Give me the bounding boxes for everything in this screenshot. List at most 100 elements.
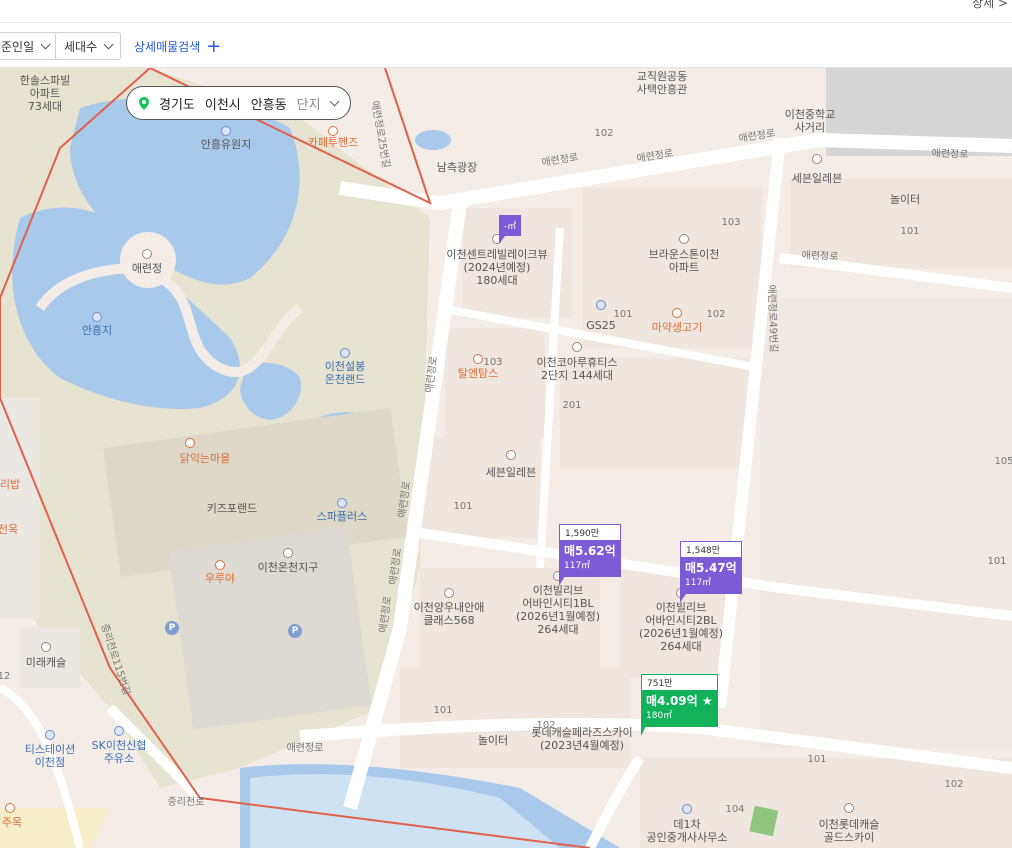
apartment-icon xyxy=(679,234,689,244)
marker-area: 180㎡ xyxy=(646,711,673,721)
map-label-korea: 이천코아루휴티스 2단지 144세대 xyxy=(536,356,618,382)
marker-unit-price: 1,590만 xyxy=(559,524,621,541)
building-number: 103 xyxy=(483,357,503,368)
map-label-hansol: 한솔스파빌 아파트 73세대 xyxy=(19,74,71,113)
marker-price: 매5.62억 xyxy=(564,544,616,558)
households-filter-button[interactable]: 세대수 xyxy=(55,32,122,60)
road-label: 중리천로 xyxy=(167,797,205,808)
breadcrumb-district[interactable]: 안흥동 xyxy=(251,94,287,113)
map-label-lotte-golf: 이천롯데캐슬 골드스카이 xyxy=(818,818,880,844)
map-label-anheungji: 안흥지 xyxy=(81,324,113,337)
map-label-central-lake: 이천센트레빌레이크뷰 (2024년예정) 180세대 xyxy=(446,248,548,287)
gas-station-icon xyxy=(114,726,124,736)
listing-marker-highlight[interactable]: 751만 매4.09억 ★ 180㎡ xyxy=(641,674,718,727)
convenience-store-icon xyxy=(506,450,516,460)
parking-icon: P xyxy=(165,621,179,635)
marker-area: 117㎡ xyxy=(564,561,591,571)
map-label-seolbong: 이천설봉 온천랜드 xyxy=(324,360,366,386)
map-label-sk: SK이천신협 주유소 xyxy=(91,739,147,765)
building-number: 102 xyxy=(706,309,726,320)
building-number: 12 xyxy=(0,671,11,682)
building-number: 104 xyxy=(725,804,745,815)
date-filter-button[interactable]: 준인일 xyxy=(0,32,59,60)
detail-search-button[interactable]: 상세매물검색 + xyxy=(134,35,222,57)
apartment-icon xyxy=(444,588,454,598)
map-label-gs25: GS25 xyxy=(586,319,616,332)
road-label: 애련정로 xyxy=(801,250,839,263)
pavilion-icon xyxy=(142,249,152,259)
breadcrumb-province[interactable]: 경기도 xyxy=(159,94,195,113)
breadcrumb-level[interactable]: 단지 xyxy=(297,94,321,113)
building-number: 105 xyxy=(994,456,1012,467)
plus-icon: + xyxy=(206,35,222,57)
marker-area: 117㎡ xyxy=(685,578,712,588)
map-label-giri: 리밥 xyxy=(0,478,21,491)
cafe-icon xyxy=(328,126,338,136)
parking-icon: P xyxy=(288,624,302,638)
poi-icon xyxy=(283,548,293,558)
marker-tail xyxy=(559,576,565,586)
apartment-icon xyxy=(572,342,582,352)
listing-marker[interactable]: 1,548만 매5.47억 117㎡ xyxy=(680,541,742,594)
agent-icon xyxy=(682,804,692,814)
location-pin-icon xyxy=(139,96,149,110)
map-label-mirae: 미래캐슬 xyxy=(25,656,67,669)
building-number: 102 xyxy=(536,720,556,731)
map-label-dongsu: 데1차 xyxy=(673,818,701,831)
top-right-link[interactable]: 상세 > xyxy=(972,0,1008,11)
poi-icon xyxy=(221,126,231,136)
building-number: 201 xyxy=(562,400,582,411)
map-label-hot-spring: 이천온천지구 xyxy=(257,561,319,574)
map-label-spaplus: 스파플러스 xyxy=(316,510,368,523)
map-canvas[interactable]: 경기도 이천시 안흥동 단지 한솔스파빌 아파트 73세대 안흥유원지 카페투헨… xyxy=(0,68,1012,848)
building-number: 102 xyxy=(594,128,614,139)
filter-bar: 준인일 세대수 상세매물검색 + xyxy=(0,23,1012,68)
road-label: 애련정로 xyxy=(931,148,969,161)
marker-tail xyxy=(680,593,686,603)
marker-price: 매4.09억 ★ xyxy=(646,694,713,708)
apartment-icon xyxy=(844,803,854,813)
marker-unit-price: 751만 xyxy=(641,674,718,691)
detail-search-label: 상세매물검색 xyxy=(134,40,201,54)
map-label-dakik: 닭익는마을 xyxy=(179,452,231,465)
restaurant-icon xyxy=(215,560,225,570)
road-label: 애련정로 xyxy=(286,743,324,754)
chevron-down-icon xyxy=(40,39,51,49)
gas-station-icon xyxy=(45,730,55,740)
map-label-billive2: 이천빌리브 어바인시티2BL (2026년1월예정) 264세대 xyxy=(638,601,724,653)
building-number: 101 xyxy=(613,309,633,320)
map-label-brown: 브라운스톤이천 아파트 xyxy=(648,248,720,274)
gs25-icon xyxy=(596,300,606,310)
marker-tail xyxy=(641,724,647,736)
poi-icon xyxy=(41,642,51,652)
building-number: 101 xyxy=(900,226,920,237)
restaurant-icon xyxy=(185,438,195,448)
spa-icon xyxy=(337,498,347,508)
map-label-gyojik: 교직원공동 사택안흥관 xyxy=(636,70,688,96)
building-number: 101 xyxy=(433,705,453,716)
map-label-seven1: 세븐일레븐 xyxy=(791,172,843,185)
building-number: 101 xyxy=(807,754,827,765)
marker-price: 매5.47억 xyxy=(685,561,737,575)
building-number: 101 xyxy=(453,501,473,512)
building-number: 101 xyxy=(987,556,1007,567)
restaurant-icon xyxy=(473,354,483,364)
map-label-agent: 공인중개사사무소 xyxy=(646,831,728,844)
marker-unit-price: 1,548만 xyxy=(680,541,742,558)
map-label-kids: 키즈포랜드 xyxy=(206,502,258,515)
road-label: 애련정로49번길 xyxy=(765,284,779,353)
date-filter-label: 준인일 xyxy=(1,39,35,54)
chevron-down-icon[interactable] xyxy=(329,96,340,106)
map-label-wooan: 이천양우내안애 클래스568 xyxy=(413,601,485,627)
building-number: 103 xyxy=(721,217,741,228)
listing-marker[interactable]: 1,590만 매5.62억 117㎡ xyxy=(559,524,621,577)
listing-marker-small[interactable]: -㎡ xyxy=(499,215,522,236)
lake-icon xyxy=(92,312,102,322)
map-label-anheung-park: 안흥유원지 xyxy=(200,138,252,151)
breadcrumb-city[interactable]: 이천시 xyxy=(205,94,241,113)
location-breadcrumb[interactable]: 경기도 이천시 안흥동 단지 xyxy=(126,86,351,120)
households-filter-label: 세대수 xyxy=(64,39,98,54)
map-label-square: 남측광장 xyxy=(436,161,478,174)
map-label-school-intersection: 이천중학교 사거리 xyxy=(784,108,836,134)
map-label-jusok: 주옥 xyxy=(1,816,23,829)
